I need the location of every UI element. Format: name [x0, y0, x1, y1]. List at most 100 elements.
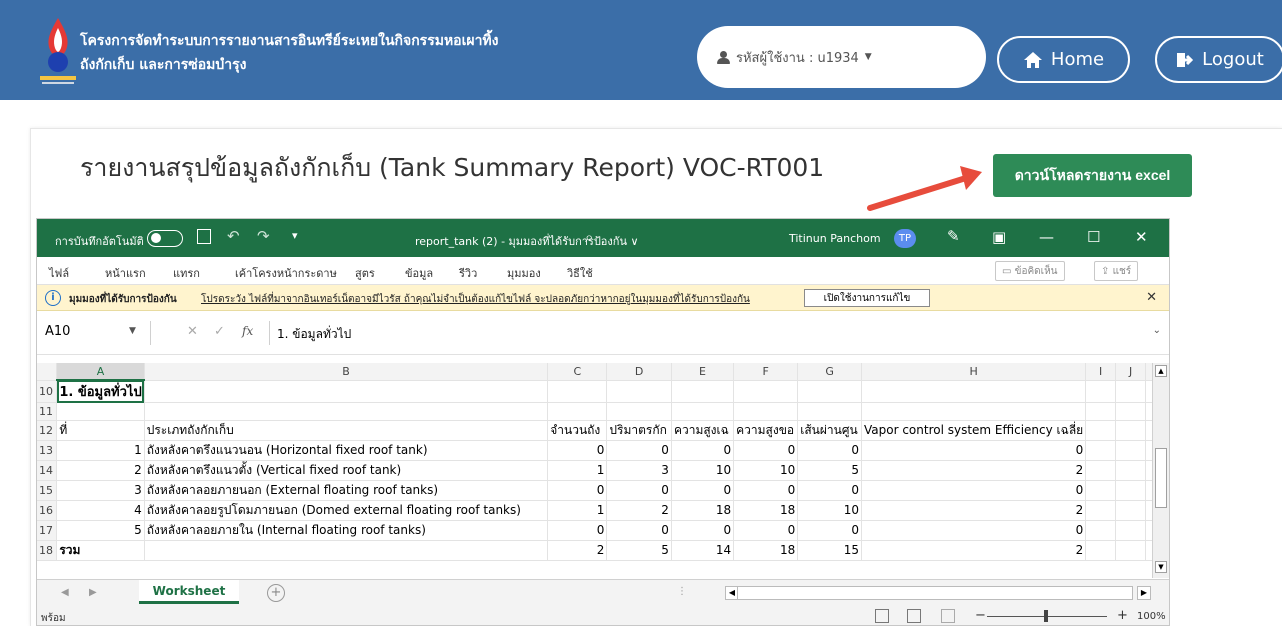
column-header[interactable]: B: [144, 363, 549, 381]
cell-f[interactable]: [733, 380, 799, 404]
page-layout-view-icon[interactable]: [907, 609, 921, 623]
cell-d[interactable]: [606, 402, 672, 421]
cell-c[interactable]: [547, 380, 608, 404]
select-all-corner[interactable]: [37, 363, 58, 381]
close-bar-icon[interactable]: ✕: [1146, 290, 1157, 305]
menu-view[interactable]: มุมมอง: [507, 264, 541, 282]
menu-review[interactable]: รีวิว: [459, 264, 477, 282]
cell-h[interactable]: 2: [861, 500, 1087, 521]
menu-home[interactable]: หน้าแรก: [105, 264, 146, 282]
empty-cell[interactable]: [1085, 480, 1117, 501]
cell-b[interactable]: ถังหลังคาลอยรูปโดมภายนอก (Domed external…: [144, 500, 549, 521]
protected-view-message[interactable]: โปรดระวัง ไฟล์ที่มาจากอินเทอร์เน็ตอาจมีไ…: [201, 292, 750, 307]
cell-a[interactable]: 3: [56, 480, 145, 501]
zoom-level[interactable]: 100%: [1137, 611, 1166, 622]
empty-cell[interactable]: [1085, 380, 1117, 404]
cell-f[interactable]: 0: [733, 480, 799, 501]
cell-f[interactable]: 10: [733, 460, 799, 481]
empty-cell[interactable]: [1085, 540, 1117, 561]
cell-g[interactable]: [797, 402, 862, 421]
cell-h[interactable]: 0: [861, 480, 1087, 501]
name-box-dropdown-icon[interactable]: ▼: [129, 326, 136, 336]
page-break-view-icon[interactable]: [941, 609, 955, 623]
scroll-thumb[interactable]: [1155, 448, 1167, 508]
cell-g[interactable]: 0: [797, 440, 862, 461]
scroll-right-icon[interactable]: ▶: [1137, 586, 1151, 600]
cell-h[interactable]: [861, 402, 1087, 421]
column-header[interactable]: D: [606, 363, 672, 381]
cell-a[interactable]: [56, 402, 145, 421]
menu-data[interactable]: ข้อมูล: [405, 264, 433, 282]
empty-cell[interactable]: [1115, 440, 1147, 461]
cell-e[interactable]: 0: [671, 520, 735, 541]
cell-a[interactable]: 2: [56, 460, 145, 481]
cell-d[interactable]: ปริมาตรกัก: [606, 420, 672, 441]
cell-f[interactable]: ความสูงขอ: [733, 420, 799, 441]
close-icon[interactable]: ✕: [1135, 228, 1148, 246]
menu-page-layout[interactable]: เค้าโครงหน้ากระดาษ: [235, 264, 337, 282]
row-header[interactable]: 13: [37, 440, 58, 461]
cell-h[interactable]: 2: [861, 540, 1087, 561]
tab-split-icon[interactable]: ⋮: [677, 586, 687, 597]
zoom-slider-thumb[interactable]: [1044, 610, 1048, 622]
cell-a[interactable]: 1. ข้อมูลทั่วไป: [56, 380, 145, 404]
empty-cell[interactable]: [1115, 520, 1147, 541]
add-sheet-icon[interactable]: +: [267, 584, 285, 602]
sheet-tab-worksheet[interactable]: Worksheet: [139, 580, 239, 604]
cancel-icon[interactable]: ✕: [187, 324, 198, 339]
cell-f[interactable]: 18: [733, 540, 799, 561]
prev-sheet-icon[interactable]: ◀: [61, 587, 69, 598]
logout-button[interactable]: Logout: [1155, 36, 1282, 83]
horizontal-scrollbar[interactable]: [737, 586, 1133, 600]
empty-cell[interactable]: [1115, 380, 1147, 404]
cell-g[interactable]: 10: [797, 500, 862, 521]
autosave-toggle[interactable]: [147, 230, 183, 247]
cell-h[interactable]: 0: [861, 440, 1087, 461]
cell-g[interactable]: 0: [797, 480, 862, 501]
cell-g[interactable]: เส้นผ่านศูน: [797, 420, 862, 441]
formula-input[interactable]: 1. ข้อมูลทั่วไป: [277, 325, 351, 344]
cell-f[interactable]: [733, 402, 799, 421]
cell-d[interactable]: 0: [606, 480, 672, 501]
row-header[interactable]: 11: [37, 402, 58, 421]
share-button[interactable]: ⇪ แชร์: [1094, 261, 1139, 281]
empty-cell[interactable]: [1115, 500, 1147, 521]
row-header[interactable]: 15: [37, 480, 58, 501]
pen-icon[interactable]: ✎: [947, 227, 960, 245]
cell-d[interactable]: 0: [606, 520, 672, 541]
cell-e[interactable]: 14: [671, 540, 735, 561]
expand-formula-icon[interactable]: ⌄: [1153, 325, 1161, 336]
menu-help[interactable]: วิธีใช้: [567, 264, 593, 282]
save-icon[interactable]: [197, 229, 211, 244]
empty-cell[interactable]: [1115, 480, 1147, 501]
cell-f[interactable]: 0: [733, 520, 799, 541]
cell-h[interactable]: [861, 380, 1087, 404]
cell-e[interactable]: 0: [671, 480, 735, 501]
cell-b[interactable]: ประเภทถังกักเก็บ: [144, 420, 549, 441]
ribbon-display-icon[interactable]: ▣: [992, 228, 1006, 246]
column-header[interactable]: A: [56, 363, 145, 382]
cell-d[interactable]: 2: [606, 500, 672, 521]
cell-c[interactable]: [547, 402, 608, 421]
zoom-out-icon[interactable]: −: [975, 608, 986, 623]
cell-a[interactable]: ที่: [56, 420, 145, 441]
maximize-icon[interactable]: ☐: [1087, 228, 1100, 246]
home-button[interactable]: Home: [997, 36, 1130, 83]
empty-cell[interactable]: [1085, 402, 1117, 421]
empty-cell[interactable]: [1085, 440, 1117, 461]
row-header[interactable]: 16: [37, 500, 58, 521]
user-dropdown[interactable]: รหัสผู้ใช้งาน : u1934 ▼: [697, 26, 986, 88]
cell-e[interactable]: 10: [671, 460, 735, 481]
menu-formulas[interactable]: สูตร: [355, 264, 375, 282]
column-header[interactable]: H: [861, 363, 1087, 381]
user-avatar[interactable]: TP: [894, 229, 916, 248]
cell-c[interactable]: จำนวนถัง: [547, 420, 608, 441]
cell-e[interactable]: 18: [671, 500, 735, 521]
empty-cell[interactable]: [1115, 420, 1147, 441]
cell-b[interactable]: ถังหลังคาตรึงแนวนอน (Horizontal fixed ro…: [144, 440, 549, 461]
scroll-down-icon[interactable]: ▼: [1155, 561, 1167, 573]
undo-icon[interactable]: ↶: [227, 227, 240, 245]
empty-cell[interactable]: [1085, 460, 1117, 481]
menu-file[interactable]: ไฟล์: [49, 264, 69, 282]
cell-e[interactable]: ความสูงเฉ: [671, 420, 735, 441]
